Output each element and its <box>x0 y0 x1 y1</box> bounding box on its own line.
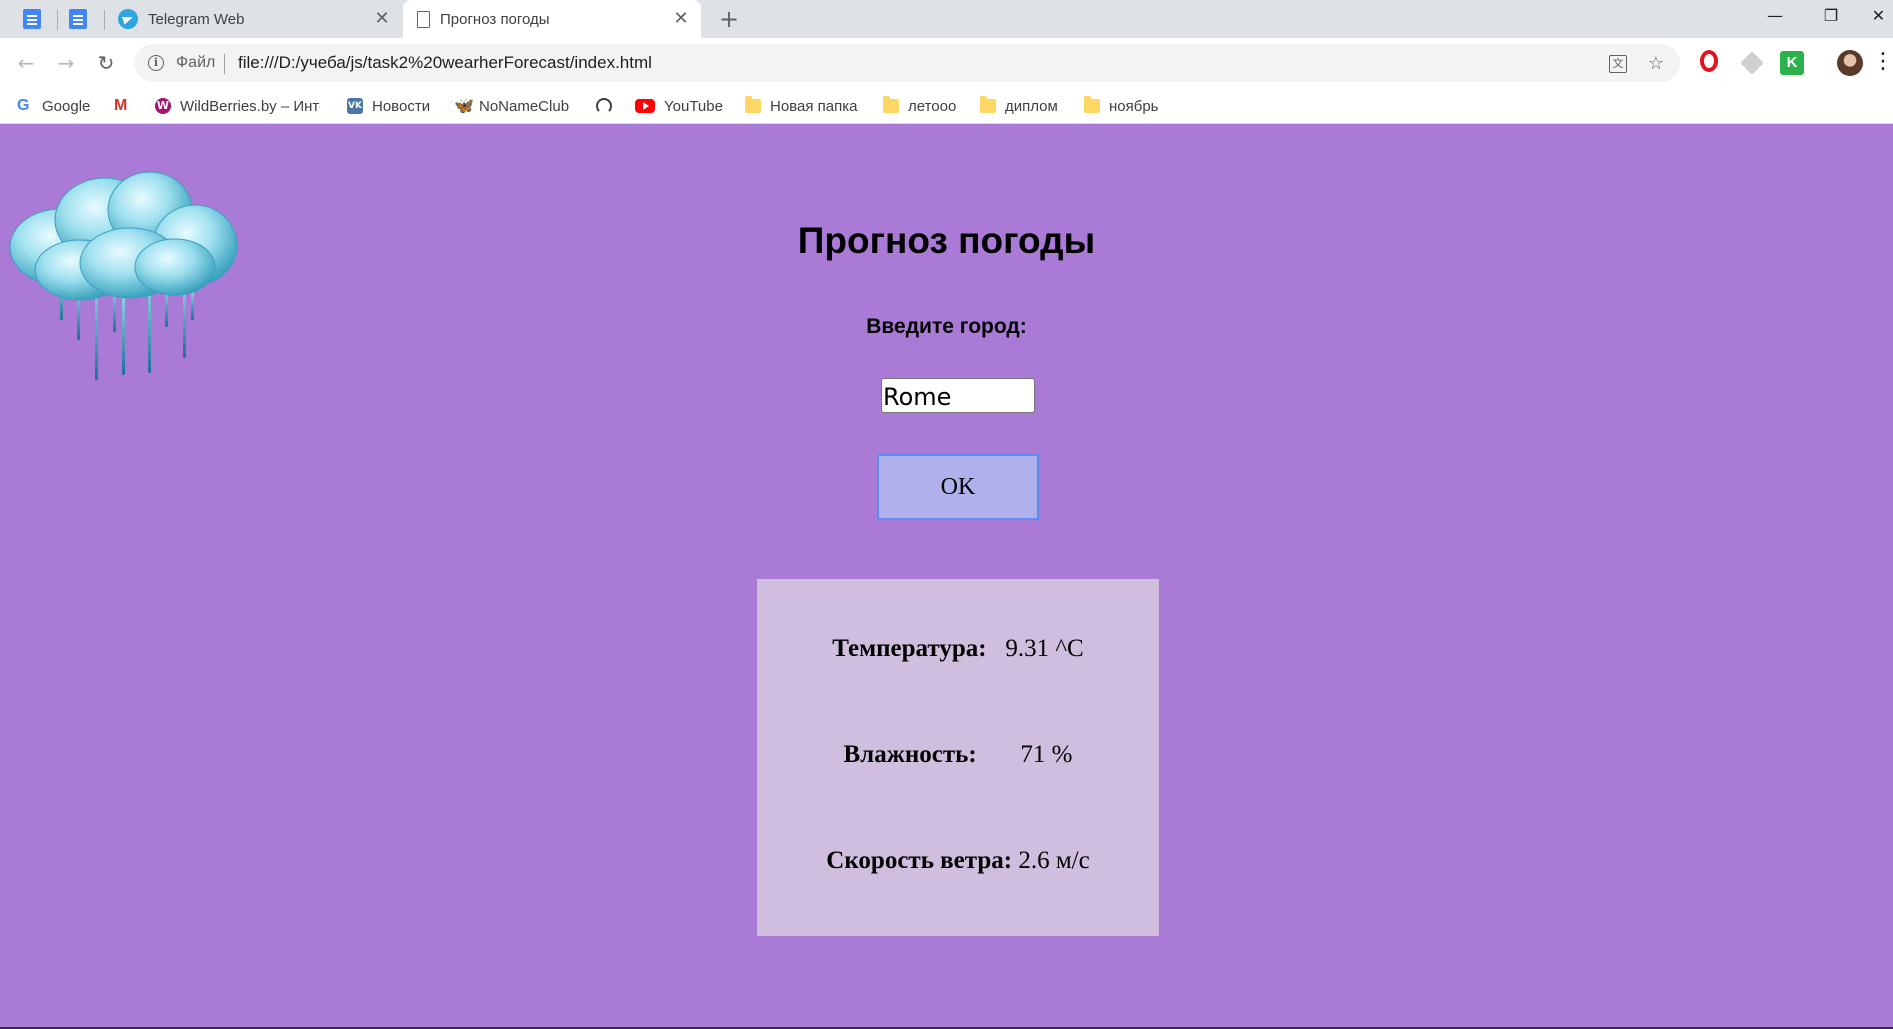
folder-icon <box>883 96 899 113</box>
bookmark-news[interactable]: VK Новости <box>347 94 430 118</box>
bookmark-folder-november[interactable]: ноябрь <box>1084 94 1159 118</box>
bookmark-label: Google <box>42 97 91 115</box>
ok-button[interactable]: OK <box>877 454 1039 520</box>
browser-menu-icon[interactable]: ⋮ <box>1872 49 1893 74</box>
page-icon <box>417 10 430 28</box>
temperature-row: Температура: 9.31 ^C <box>757 635 1159 663</box>
page-title: Прогноз погоды <box>797 220 1096 261</box>
back-button[interactable]: ← <box>10 47 42 79</box>
folder-icon <box>745 96 761 113</box>
bookmarks-bar: G Google M W WildBerries.by – Инте VK Но… <box>0 88 1893 124</box>
folder-icon <box>1084 96 1100 113</box>
butterfly-icon: 🦋 <box>454 96 474 115</box>
tab-title: Прогноз погоды <box>440 10 550 28</box>
new-tab-button[interactable]: + <box>716 6 742 32</box>
rain-cloud-icon <box>9 171 238 380</box>
green-extension-icon[interactable]: K <box>1780 51 1804 75</box>
info-icon[interactable]: i <box>148 55 164 71</box>
scheme-label: Файл <box>176 54 216 71</box>
temperature-value: 9.31 ^C <box>1005 635 1084 662</box>
cube-extension-icon[interactable] <box>1740 51 1764 75</box>
tab-strip: Telegram Web ✕ Прогноз погоды ✕ + — ❐ ✕ <box>0 0 1893 38</box>
page-body: Прогноз погоды Введите город: OK Темпера… <box>0 125 1893 1029</box>
opera-extension-icon[interactable] <box>1700 50 1724 75</box>
tab-weather-forecast[interactable]: Прогноз погоды ✕ <box>403 0 701 38</box>
bookmark-gmail[interactable]: M <box>114 94 130 118</box>
youtube-icon <box>635 99 655 113</box>
url-divider <box>224 54 225 74</box>
bookmark-label: YouTube <box>664 97 723 115</box>
wind-speed-value: 2.6 м/с <box>1018 847 1090 874</box>
humidity-label: Влажность: <box>843 741 977 768</box>
close-window-button[interactable]: ✕ <box>1864 0 1893 32</box>
bookmark-wildberries[interactable]: W WildBerries.by – Инте <box>155 94 320 118</box>
city-input[interactable] <box>881 378 1035 413</box>
wind-speed-label: Скорость ветра: <box>826 847 1013 874</box>
gmail-icon: M <box>114 97 128 114</box>
bookmark-label: диплом <box>1005 97 1058 115</box>
restore-button[interactable]: ❐ <box>1808 0 1854 32</box>
tab-close-icon[interactable]: ✕ <box>671 9 691 29</box>
forward-button[interactable]: → <box>50 47 82 79</box>
translate-icon[interactable]: 文 <box>1606 52 1630 76</box>
bookmark-label: летооо <box>908 97 957 115</box>
bookmark-folder-summer[interactable]: летооо <box>883 94 956 118</box>
temperature-label: Температура: <box>832 635 987 662</box>
bookmark-label: Новости <box>372 97 431 115</box>
city-label: Введите город: <box>866 315 1027 338</box>
profile-avatar[interactable] <box>1837 50 1863 76</box>
google-icon: G <box>17 97 30 114</box>
bookmark-star-icon[interactable]: ☆ <box>1644 52 1668 76</box>
bookmark-label: ноябрь <box>1109 97 1159 115</box>
gauge-icon <box>596 98 612 114</box>
pinned-tab-docs-1[interactable] <box>14 5 50 33</box>
humidity-value: 71 % <box>1020 741 1073 768</box>
bookmark-label: WildBerries.by – Инте <box>180 97 320 115</box>
bookmark-nonameclub[interactable]: 🦋 NoNameClub <box>454 94 569 118</box>
bookmark-folder-new[interactable]: Новая папка <box>745 94 857 118</box>
bookmark-label: NoNameClub <box>479 97 570 115</box>
tab-close-icon[interactable]: ✕ <box>372 9 392 29</box>
tab-divider <box>57 10 58 30</box>
wildberries-icon: W <box>155 98 171 114</box>
reload-button[interactable]: ↻ <box>90 47 122 79</box>
tab-title: Telegram Web <box>148 10 245 28</box>
humidity-row: Влажность: 71 % <box>757 741 1159 769</box>
bookmark-label: Новая папка <box>770 97 858 115</box>
weather-result-panel: Температура: 9.31 ^C Влажность: 71 % Ско… <box>757 579 1159 936</box>
wind-speed-row: Скорость ветра: 2.6 м/с <box>757 847 1159 875</box>
vk-icon: VK <box>347 98 363 114</box>
folder-icon <box>980 96 996 113</box>
address-bar[interactable]: i Файл file:///D:/учеба/js/task2%20wearh… <box>134 44 1680 82</box>
tab-telegram[interactable]: Telegram Web ✕ <box>104 0 402 38</box>
bookmark-folder-diploma[interactable]: диплом <box>980 94 1058 118</box>
url-text[interactable]: file:///D:/учеба/js/task2%20wearherForec… <box>238 53 652 73</box>
minimize-button[interactable]: — <box>1752 0 1798 32</box>
bookmark-google[interactable]: G Google <box>17 94 90 118</box>
browser-toolbar: ← → ↻ i Файл file:///D:/учеба/js/task2%2… <box>0 38 1893 88</box>
telegram-icon <box>118 9 138 29</box>
bookmark-youtube[interactable]: YouTube <box>635 94 723 118</box>
bookmark-speedometer[interactable] <box>596 94 612 118</box>
pinned-tab-docs-2[interactable] <box>60 5 96 33</box>
google-docs-icon <box>23 9 41 29</box>
google-docs-icon <box>69 9 87 29</box>
